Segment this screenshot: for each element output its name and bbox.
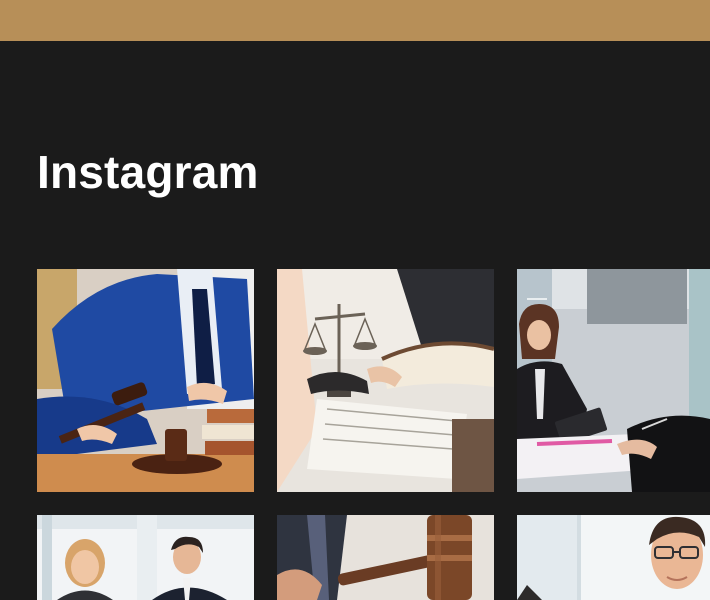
instagram-photo-6[interactable] [517, 515, 710, 600]
smiling-colleagues-photo [37, 515, 254, 600]
lawyer-gavel-books-photo [37, 269, 254, 492]
section-title: Instagram [37, 146, 259, 198]
gavel-closeup-photo [277, 515, 494, 600]
business-meeting-tablet-photo [517, 269, 710, 492]
instagram-photo-1[interactable] [37, 269, 254, 492]
instagram-photo-3[interactable] [517, 269, 710, 492]
instagram-photo-2[interactable] [277, 269, 494, 492]
businessman-glasses-portrait-photo [517, 515, 710, 600]
top-accent-bar [0, 0, 710, 41]
scales-of-justice-documents-photo [277, 269, 494, 492]
instagram-photo-5[interactable] [277, 515, 494, 600]
instagram-photo-4[interactable] [37, 515, 254, 600]
